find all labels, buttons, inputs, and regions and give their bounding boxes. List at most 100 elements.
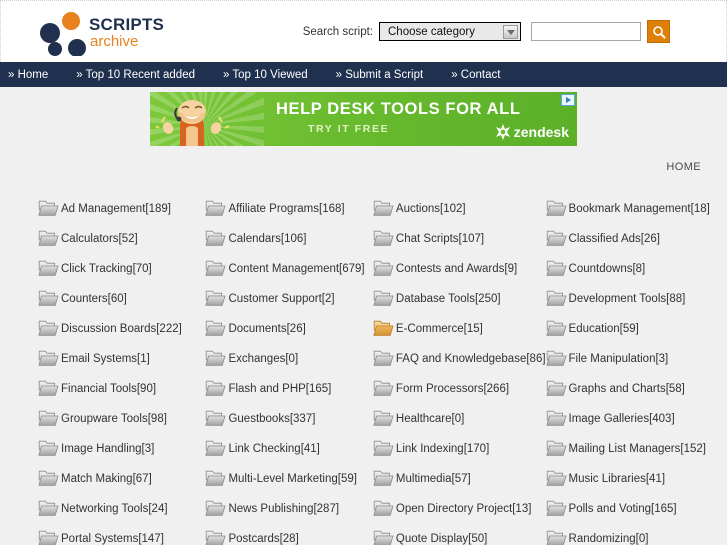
folder-icon — [373, 469, 394, 487]
category-select-value: Choose category — [388, 25, 475, 38]
category-link[interactable]: File Manipulation[3] — [545, 337, 713, 367]
nav-item-contact[interactable]: » Contact — [451, 69, 500, 81]
category-link[interactable]: Link Checking[41] — [205, 427, 372, 457]
category-link[interactable]: Mailing List Managers[152] — [545, 427, 713, 457]
category-link[interactable]: Calculators[52] — [38, 217, 205, 247]
category-link[interactable]: Classified Ads[26] — [545, 217, 713, 247]
category-link[interactable]: Bookmark Management[18] — [545, 187, 713, 217]
category-link[interactable]: Email Systems[1] — [38, 337, 205, 367]
category-label: Form Processors[266] — [395, 383, 510, 395]
category-link[interactable]: Randomizing[0] — [546, 517, 713, 545]
category-link[interactable]: Open Directory Project[13] — [373, 487, 546, 517]
category-label: Image Galleries[403] — [568, 413, 675, 425]
category-link[interactable]: FAQ and Knowledgebase[86] — [373, 337, 546, 367]
category-link[interactable]: Form Processors[266] — [373, 367, 546, 397]
category-link[interactable]: Multi-Level Marketing[59] — [205, 457, 372, 487]
folder-icon — [545, 319, 567, 337]
category-label: E-Commerce[15] — [395, 323, 483, 335]
category-link[interactable]: Networking Tools[24] — [38, 487, 205, 517]
banner-ad[interactable]: HELP DESK TOOLS FOR ALL TRY IT FREE zend… — [150, 91, 577, 146]
category-link[interactable]: Financial Tools[90] — [38, 367, 205, 397]
folder-icon — [205, 349, 226, 367]
category-link[interactable]: Quote Display[50] — [373, 517, 546, 545]
category-link[interactable]: Documents[26] — [205, 307, 372, 337]
category-link[interactable]: Match Making[67] — [38, 457, 205, 487]
category-link[interactable]: News Publishing[287] — [205, 487, 372, 517]
category-link[interactable]: Chat Scripts[107] — [373, 217, 546, 247]
category-link[interactable]: Database Tools[250] — [373, 277, 546, 307]
category-link[interactable]: Affiliate Programs[168] — [205, 187, 372, 217]
svg-text:archive: archive — [90, 33, 138, 50]
folder-icon — [205, 529, 226, 545]
svg-text:SCRIPTS: SCRIPTS — [89, 15, 164, 34]
category-link[interactable]: Flash and PHP[165] — [205, 367, 372, 397]
category-label: Multimedia[57] — [395, 473, 471, 485]
category-link[interactable]: Image Handling[3] — [38, 427, 205, 457]
category-label: Mailing List Managers[152] — [568, 443, 706, 455]
category-link[interactable]: Image Galleries[403] — [545, 397, 713, 427]
adchoices-icon[interactable] — [561, 93, 575, 106]
folder-icon — [205, 379, 226, 397]
folder-icon — [38, 289, 59, 307]
zendesk-logo-icon — [495, 123, 510, 140]
category-link[interactable]: Countdowns[8] — [545, 247, 713, 277]
category-link[interactable]: Exchanges[0] — [205, 337, 372, 367]
category-label: Calculators[52] — [61, 233, 138, 245]
category-label: Graphs and Charts[58] — [568, 383, 685, 395]
category-link[interactable]: Guestbooks[337] — [205, 397, 372, 427]
category-label: Ad Management[189] — [61, 203, 171, 215]
category-link[interactable]: Portal Systems[147] — [38, 517, 205, 545]
category-label: Development Tools[88] — [568, 293, 686, 305]
category-link[interactable]: Click Tracking[70] — [38, 247, 205, 277]
category-link[interactable]: Multimedia[57] — [373, 457, 546, 487]
category-label: Groupware Tools[98] — [61, 413, 167, 425]
breadcrumb-home[interactable]: HOME — [666, 161, 701, 173]
folder-icon — [38, 259, 59, 277]
main-navigation: » Home » Top 10 Recent added » Top 10 Vi… — [0, 62, 727, 87]
category-label: Classified Ads[26] — [568, 233, 660, 245]
category-link[interactable]: Development Tools[88] — [545, 277, 713, 307]
breadcrumb: HOME — [14, 149, 713, 187]
category-link[interactable]: Customer Support[2] — [205, 277, 372, 307]
category-link[interactable]: Contests and Awards[9] — [373, 247, 546, 277]
category-link[interactable]: Counters[60] — [38, 277, 205, 307]
category-label: Match Making[67] — [61, 473, 152, 485]
search-label: Search script: — [302, 25, 373, 38]
category-link[interactable]: Discussion Boards[222] — [38, 307, 205, 337]
search-bar: Search script: Choose category — [303, 20, 670, 43]
category-label: Polls and Voting[165] — [568, 503, 677, 515]
category-link[interactable]: Graphs and Charts[58] — [545, 367, 713, 397]
category-link[interactable]: Healthcare[0] — [373, 397, 546, 427]
category-link[interactable]: Music Libraries[41] — [545, 457, 713, 487]
category-link[interactable]: Auctions[102] — [373, 187, 546, 217]
category-link[interactable]: Education[59] — [545, 307, 713, 337]
category-label: Database Tools[250] — [395, 293, 501, 305]
category-link[interactable]: Groupware Tools[98] — [38, 397, 205, 427]
folder-icon — [38, 349, 59, 367]
site-logo[interactable]: SCRIPTS archive — [11, 10, 191, 56]
category-link[interactable]: Link Indexing[170] — [373, 427, 546, 457]
folder-icon — [545, 439, 567, 457]
category-label: Email Systems[1] — [61, 353, 150, 365]
category-label: Music Libraries[41] — [568, 473, 666, 485]
category-label: Healthcare[0] — [395, 413, 465, 425]
category-link[interactable]: Calendars[106] — [205, 217, 372, 247]
nav-item-home[interactable]: » Home — [8, 69, 48, 81]
folder-icon — [545, 409, 567, 427]
category-link[interactable]: Polls and Voting[165] — [545, 487, 713, 517]
folder-icon — [205, 199, 226, 217]
category-select[interactable]: Choose category — [379, 22, 521, 41]
category-link[interactable]: Postcards[28] — [205, 517, 372, 545]
category-link[interactable]: E-Commerce[15] — [373, 307, 546, 337]
folder-icon — [373, 349, 394, 367]
nav-item-top-10-viewed[interactable]: » Top 10 Viewed — [223, 69, 308, 81]
category-link[interactable]: Ad Management[189] — [38, 187, 205, 217]
banner-ad-area: HELP DESK TOOLS FOR ALL TRY IT FREE zend… — [0, 87, 727, 149]
folder-icon — [205, 229, 226, 247]
nav-item-submit-a-script[interactable]: » Submit a Script — [336, 69, 424, 81]
folder-icon — [373, 199, 394, 217]
nav-item-top-10-recent-added[interactable]: » Top 10 Recent added — [76, 69, 195, 81]
search-input[interactable] — [531, 22, 641, 41]
category-link[interactable]: Content Management[679] — [205, 247, 372, 277]
search-button[interactable] — [647, 20, 670, 43]
